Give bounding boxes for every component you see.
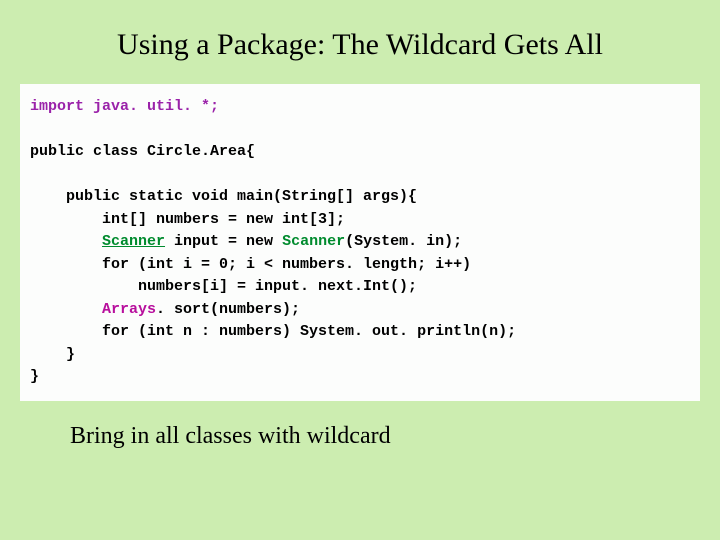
code-line-for: for (int i = 0; i < numbers. length; i++… [30,256,471,273]
code-line-scanner-post: (System. in); [345,233,462,250]
code-close-main: } [30,346,75,363]
class-decl: public class Circle.Area{ [30,143,255,160]
code-line-scanner-pre [30,233,102,250]
code-line-numbers: int[] numbers = new int[3]; [30,211,345,228]
code-close-class: } [30,368,39,385]
code-line-assign: numbers[i] = input. next.Int(); [30,278,417,295]
code-line-arrays-post: . sort(numbers); [156,301,300,318]
code-line-for2: for (int n : numbers) System. out. print… [30,323,516,340]
code-line-arrays-pre [30,301,102,318]
slide-title: Using a Package: The Wildcard Gets All [20,28,700,62]
arrays-keyword: Arrays [102,301,156,318]
import-line: import java. util. *; [30,98,219,115]
code-block: import java. util. *; public class Circl… [20,84,700,401]
code-line-scanner-mid: input = new [165,233,282,250]
scanner-keyword: Scanner [282,233,345,250]
scanner-keyword: Scanner [102,233,165,250]
slide-caption: Bring in all classes with wildcard [70,423,700,450]
main-signature: public static void main(String[] args){ [30,188,417,205]
